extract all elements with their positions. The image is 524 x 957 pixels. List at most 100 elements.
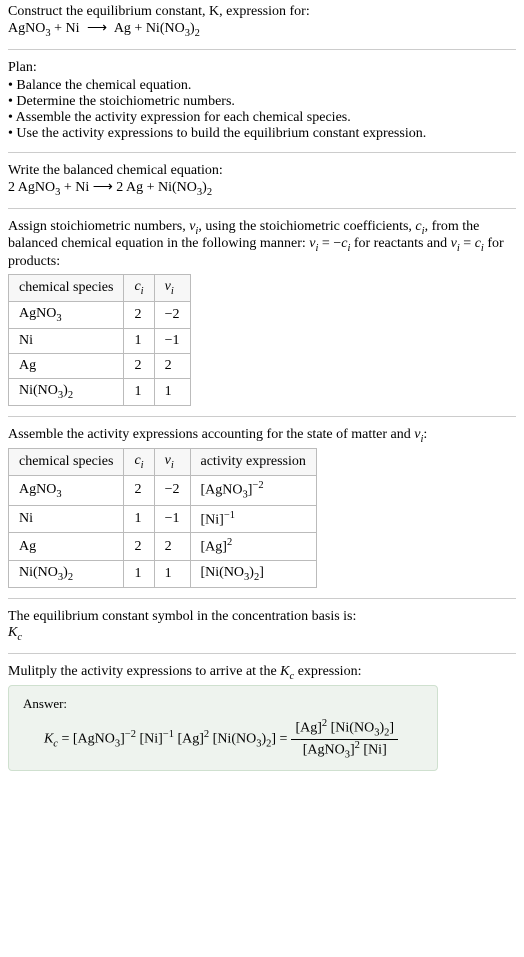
page-title: Construct the equilibrium constant, K, e… [8,4,310,19]
eq-rhs-sub2: 2 [195,28,200,39]
th-c-sub: i [141,286,144,297]
stoich-table: chemical species ci νi AgNO3 2 −2 Ni 1 −… [8,274,191,405]
cell-species: Ag [9,353,124,378]
th-nu: νi [154,275,190,302]
num-a: [Ag] [295,721,321,736]
fraction-numerator: [Ag]2 [Ni(NO3)2] [291,718,398,739]
unbalanced-equation: AgNO3 + Ni ⟶ Ag + Ni(NO3)2 [8,21,200,36]
symbol-heading: The equilibrium constant symbol in the c… [8,609,356,624]
cell-nu: 2 [154,533,190,561]
num-b: [Ni(NO [327,721,374,736]
th-c: ci [124,275,154,302]
divider [8,653,516,654]
act-sup: 2 [227,537,232,548]
act-sup: −1 [224,510,235,521]
answer-box: Answer: Kc = [AgNO3]−2 [Ni]−1 [Ag]2 [Ni(… [8,685,438,771]
sh-e1c: = − [318,236,341,251]
act-pre: [Ni(NO [201,565,245,580]
cell-c: 2 [124,533,154,561]
sp-pre: Ni(NO [19,383,58,398]
kc-sub: c [17,632,22,643]
table-row: Ni 1 −1 [Ni]−1 [9,505,317,533]
cell-nu: −2 [154,301,190,328]
act-sup: −2 [252,480,263,491]
divider [8,416,516,417]
ans-t2: [Ni] [136,732,163,747]
num-b-close: ] [389,721,394,736]
table-row: Ni(NO3)2 1 1 [Ni(NO3)2] [9,560,317,587]
th-activity: activity expression [190,449,316,476]
th-nu-sub: i [171,460,174,471]
sp-pre: AgNO [19,482,56,497]
cell-species: Ni(NO3)2 [9,560,124,587]
ans-t3: [Ag] [174,732,204,747]
plan-list: Balance the chemical equation. Determine… [8,78,516,142]
bal-mid: + Ni ⟶ 2 Ag + Ni(NO [60,180,197,195]
th-nu-sub: i [171,286,174,297]
plan-item: Determine the stoichiometric numbers. [8,94,516,110]
cell-activity: [Ni]−1 [190,505,316,533]
ans-k: K [44,732,53,747]
th-c: ci [124,449,154,476]
cell-nu: −2 [154,476,190,505]
bal-pre: 2 AgNO [8,180,55,195]
table-row: Ni(NO3)2 1 1 [9,378,191,405]
divider [8,152,516,153]
cell-activity: [Ag]2 [190,533,316,561]
eq-rhs: Ag + Ni(NO [114,21,185,36]
table-row: Ni 1 −1 [9,328,191,353]
table-row: Ag 2 2 [Ag]2 [9,533,317,561]
ans-t2sup: −1 [163,729,174,740]
cell-species: Ni [9,505,124,533]
eq-lhs: AgNO [8,21,45,36]
activity-heading: Assemble the activity expressions accoun… [8,427,427,442]
act-pre: [AgNO [201,483,243,498]
mh-k: K [280,664,289,679]
sh-2: , using the stoichiometric coefficients, [198,219,415,234]
divider [8,49,516,50]
balanced-heading: Write the balanced chemical equation: [8,163,223,178]
multiply-heading: Mulitply the activity expressions to arr… [8,664,361,679]
cell-nu: 1 [154,378,190,405]
plan-heading: Plan: [8,60,37,75]
stoich-heading: Assign stoichiometric numbers, νi, using… [8,219,504,270]
cell-nu: −1 [154,328,190,353]
answer-expression: Kc = [AgNO3]−2 [Ni]−1 [Ag]2 [Ni(NO3)2] =… [23,718,423,760]
den-b: [Ni] [360,742,387,757]
ans-t1: [AgNO [73,732,115,747]
fraction-denominator: [AgNO3]2 [Ni] [291,740,398,760]
sh-4: for reactants and [350,236,450,251]
sp-sub: 3 [56,488,61,499]
arrow-icon: ⟶ [87,20,107,37]
th-species: chemical species [9,275,124,302]
act-pre: [Ni] [201,512,224,527]
answer-label: Answer: [23,696,423,712]
cell-species: AgNO3 [9,476,124,505]
plan-item: Use the activity expressions to build th… [8,126,516,142]
ah-1: Assemble the activity expressions accoun… [8,427,414,442]
th-c-sub: i [141,460,144,471]
mh-2: expression: [294,664,361,679]
act-close: ] [259,565,264,580]
th-nu: νi [154,449,190,476]
cell-c: 1 [124,328,154,353]
table-row: AgNO3 2 −2 [AgNO3]−2 [9,476,317,505]
table-header-row: chemical species ci νi [9,275,191,302]
sh-1: Assign stoichiometric numbers, [8,219,189,234]
act-pre: [Ag] [201,540,227,555]
fraction: [Ag]2 [Ni(NO3)2] [AgNO3]2 [Ni] [291,718,398,760]
cell-species: Ag [9,533,124,561]
ans-eq: = [58,732,73,747]
cell-nu: 2 [154,353,190,378]
sp-sub2: 2 [68,572,73,583]
activity-table: chemical species ci νi activity expressi… [8,448,317,587]
cell-nu: −1 [154,505,190,533]
cell-activity: [AgNO3]−2 [190,476,316,505]
cell-species: AgNO3 [9,301,124,328]
cell-activity: [Ni(NO3)2] [190,560,316,587]
balanced-equation: 2 AgNO3 + Ni ⟶ 2 Ag + Ni(NO3)2 [8,180,212,195]
table-row: AgNO3 2 −2 [9,301,191,328]
ans-eq2: = [276,732,287,747]
cell-c: 2 [124,301,154,328]
cell-c: 2 [124,476,154,505]
